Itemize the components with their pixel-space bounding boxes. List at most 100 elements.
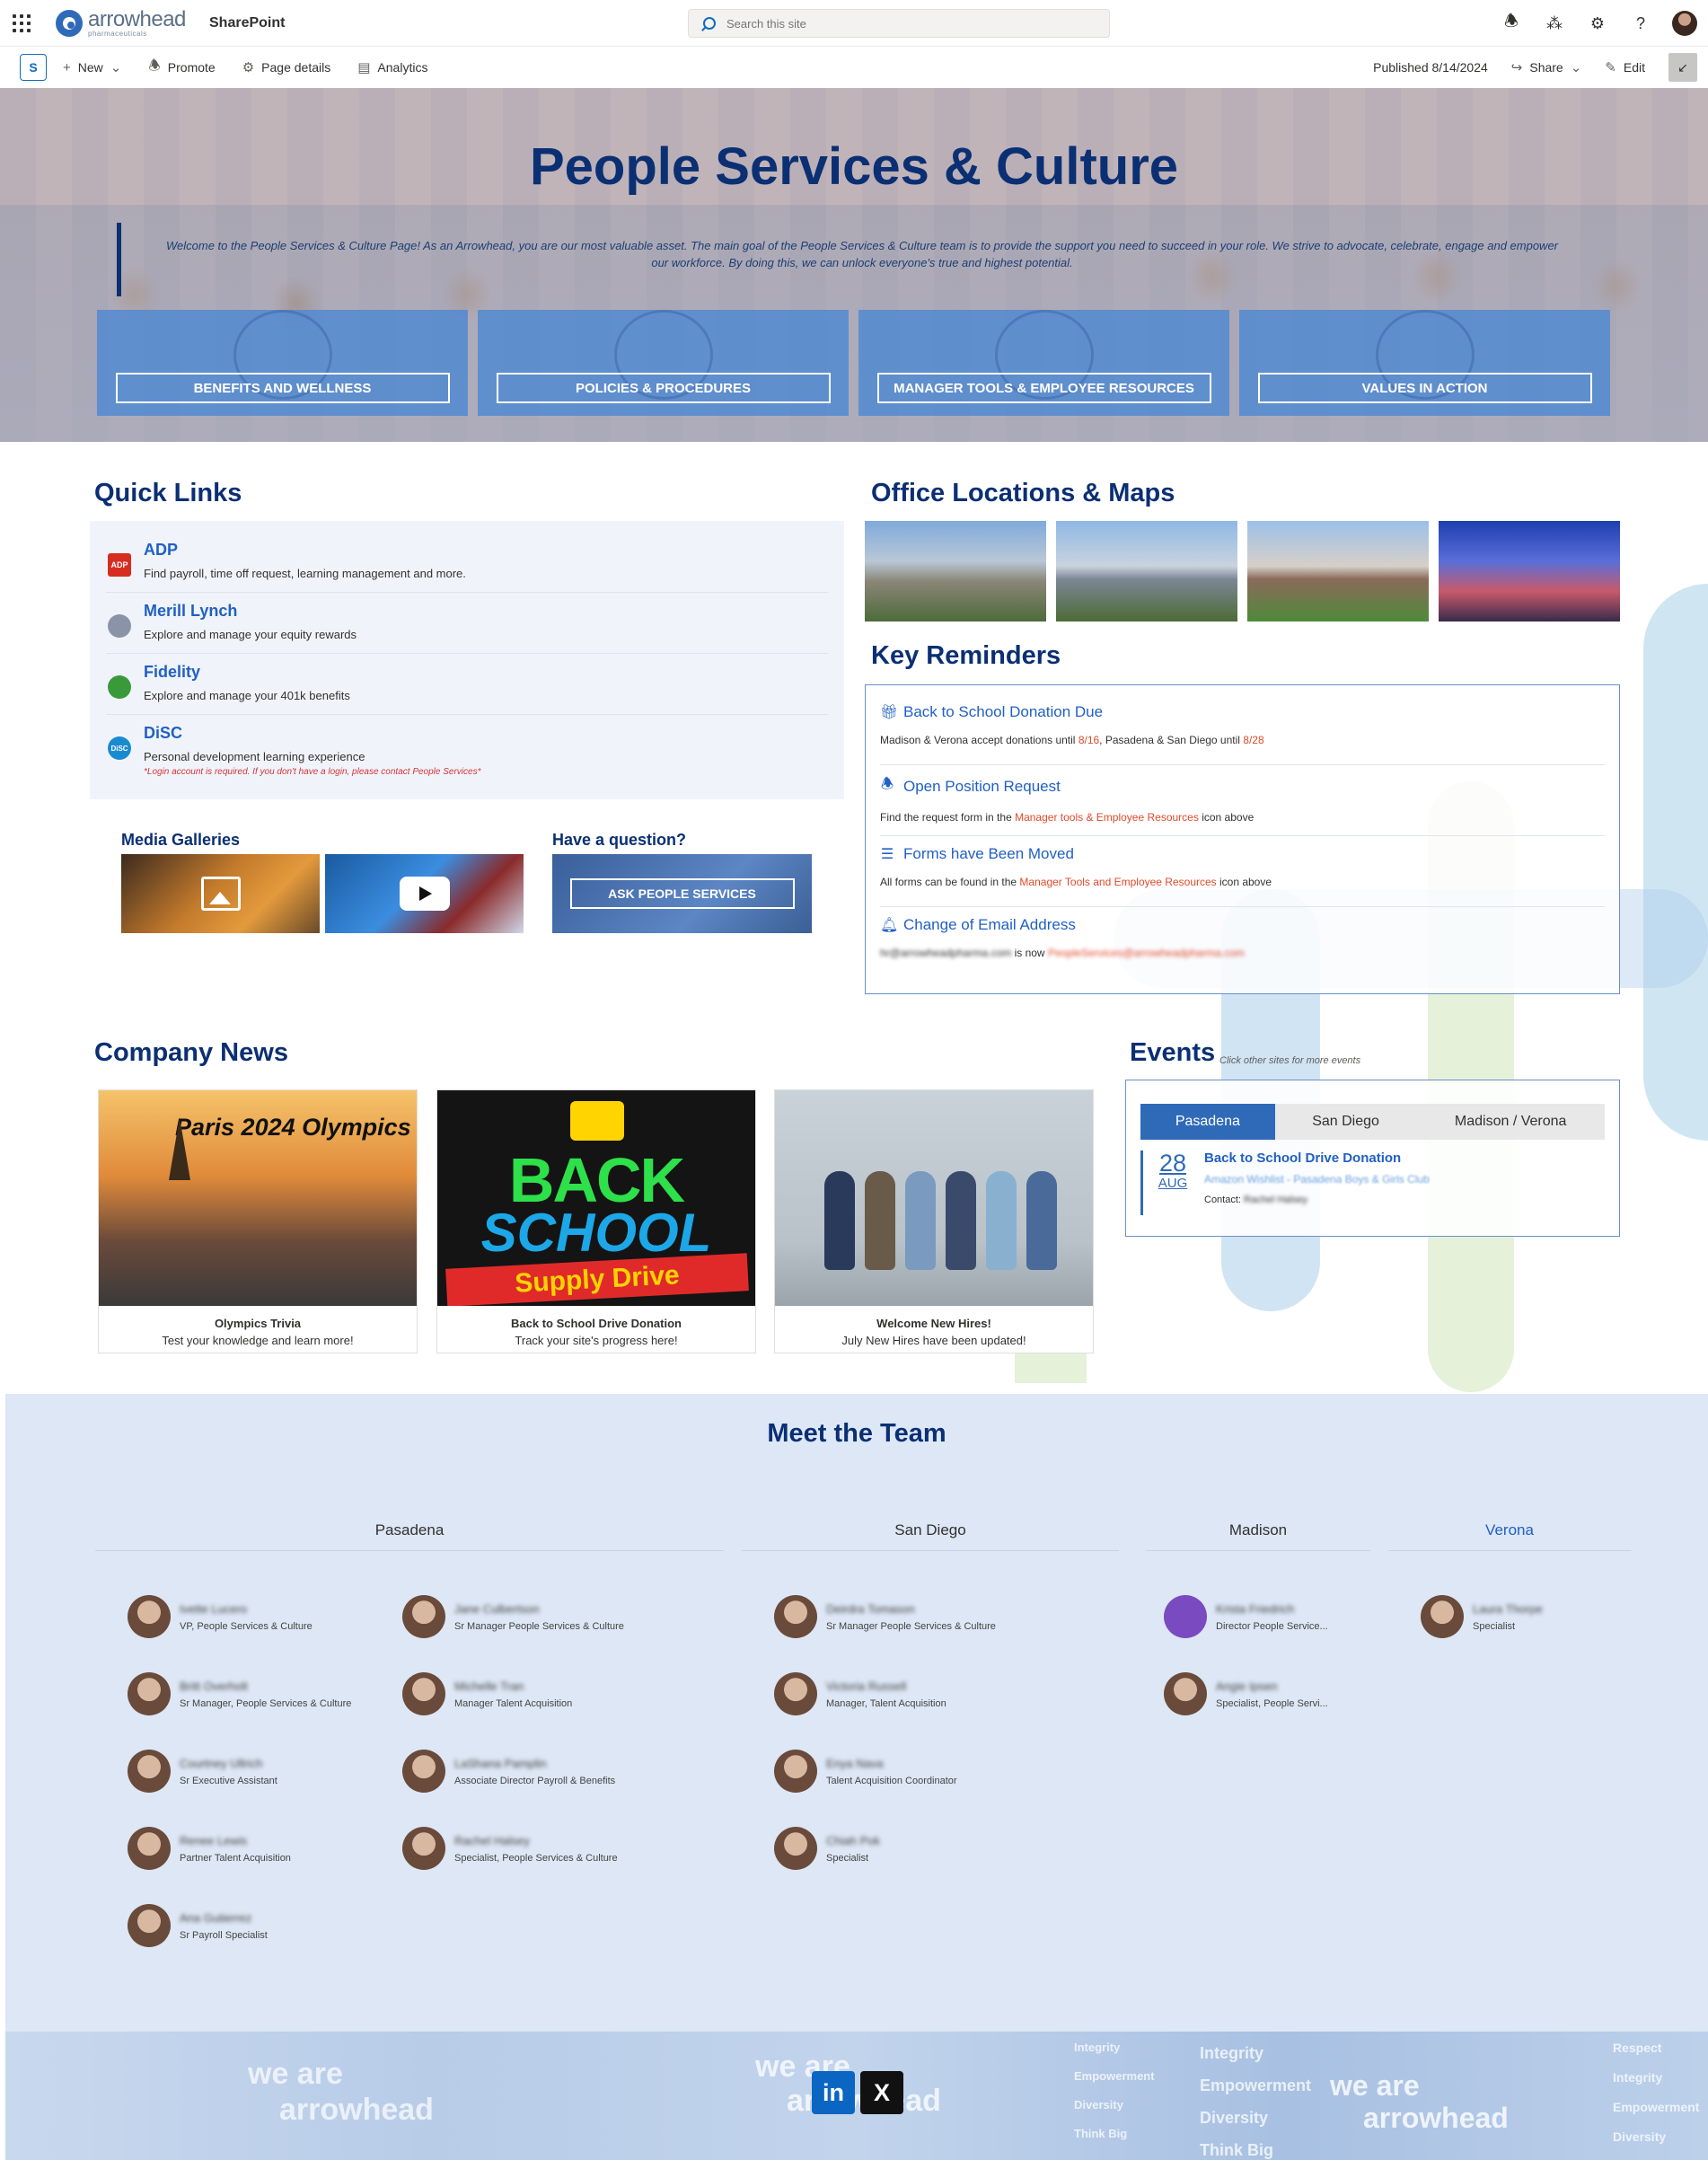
gift-icon: 🎁︎ <box>880 705 899 720</box>
member-role: Specialist <box>1473 1620 1516 1632</box>
office-san-diego-image[interactable] <box>1056 521 1237 622</box>
reminder-date-pasadena: 8/28 <box>1243 734 1264 746</box>
tile-manager-tools[interactable]: MANAGER TOOLS & EMPLOYEE RESOURCES <box>858 310 1229 416</box>
team-member[interactable]: Courtney Ullrich Sr Executive Assistant <box>128 1750 397 1793</box>
edit-button[interactable]: ✎ Edit <box>1605 59 1645 75</box>
team-member[interactable]: Renee Lewis Partner Talent Acquisition <box>128 1827 397 1870</box>
footer-values: Integrity Empowerment Diversity Think Bi… <box>1074 2033 1155 2148</box>
team-member[interactable]: Victoria Russell Manager, Talent Acquisit… <box>774 1672 1043 1715</box>
user-avatar[interactable] <box>1672 11 1697 36</box>
meet-the-team-heading: Meet the Team <box>767 1419 946 1448</box>
x-twitter-icon[interactable]: X <box>860 2071 903 2114</box>
new-email-address[interactable]: PeopleServices@arrowheadpharma.com <box>1048 947 1245 959</box>
analytics-icon: ▤ <box>357 60 371 75</box>
member-name: Chiah Pok <box>826 1833 880 1847</box>
photo-gallery-link[interactable] <box>121 854 320 933</box>
reminder-link[interactable]: Manager Tools and Employee Resources <box>1019 876 1216 888</box>
event-item[interactable]: 28 AUG Back to School Drive Donation Ama… <box>1140 1151 1605 1215</box>
site-search[interactable] <box>688 9 1110 38</box>
quick-link-adp[interactable]: ADP ADP Find payroll, time off request, … <box>106 532 828 593</box>
quick-link-title[interactable]: Fidelity <box>144 663 350 682</box>
event-info: Back to School Drive Donation Amazon Wis… <box>1204 1151 1430 1215</box>
news-title[interactable]: Welcome New Hires! <box>775 1315 1093 1332</box>
avatar <box>128 1672 171 1715</box>
tab-san-diego[interactable]: San Diego <box>1274 1104 1417 1140</box>
tile-values-in-action[interactable]: VALUES IN ACTION <box>1239 310 1610 416</box>
fidelity-icon <box>108 675 131 699</box>
reminder-title[interactable]: 🎁︎ Back to School Donation Due <box>880 703 1605 721</box>
new-button[interactable]: + New ⌄ <box>63 59 121 76</box>
news-card-olympics[interactable]: Paris 2024 Olympics Olympics Trivia Test… <box>98 1089 418 1353</box>
team-member[interactable]: LaShana Pamplin Associate Director Payrol… <box>402 1750 672 1793</box>
event-accent-bar <box>1140 1151 1143 1215</box>
quick-link-title[interactable]: Merill Lynch <box>144 602 357 621</box>
news-card-back-to-school[interactable]: BACK SCHOOL Supply Drive Back to School … <box>436 1089 756 1353</box>
footer-slogan: arrowhead <box>1363 2102 1509 2134</box>
reminder-title[interactable]: 🕭 Open Position Request <box>880 774 1605 798</box>
reminder-title[interactable]: ☰ Forms have Been Moved <box>880 845 1605 863</box>
ask-people-services-banner[interactable]: ASK PEOPLE SERVICES <box>552 854 812 933</box>
app-launcher-icon[interactable] <box>13 14 31 32</box>
events-panel: Pasadena San Diego Madison / Verona 28 A… <box>1125 1080 1620 1237</box>
team-member[interactable]: Britt Overholt Sr Manager, People Service… <box>128 1672 397 1715</box>
tile-benefits-and-wellness[interactable]: BENEFITS AND WELLNESS <box>97 310 468 416</box>
reminder-text-part: , Pasadena & San Diego until <box>1099 734 1244 746</box>
page-details-button[interactable]: ⚙ Page details <box>242 59 331 75</box>
question-heading: Have a question? <box>552 831 687 849</box>
collapse-icon[interactable]: ↙ <box>1668 53 1697 82</box>
app-name-link[interactable]: SharePoint <box>209 15 285 31</box>
news-title[interactable]: Back to School Drive Donation <box>437 1315 755 1332</box>
office-madison-image[interactable] <box>1247 521 1429 622</box>
analytics-button[interactable]: ▤ Analytics <box>357 59 427 75</box>
quick-link-fidelity[interactable]: Fidelity Explore and manage your 401k be… <box>106 654 828 715</box>
quick-link-desc: Find payroll, time off request, learning… <box>144 567 466 580</box>
member-name: Ivette Lucero <box>180 1601 248 1616</box>
video-gallery-link[interactable] <box>325 854 524 933</box>
quick-link-merrill-lynch[interactable]: Merill Lynch Explore and manage your equ… <box>106 593 828 654</box>
gear-icon[interactable]: ⚙ <box>1586 12 1609 35</box>
linkedin-icon[interactable]: in <box>812 2071 855 2114</box>
team-member[interactable]: Laura Thorpe Specialist <box>1421 1595 1618 1638</box>
team-member[interactable]: Krista Friedrich Director People Service.… <box>1164 1595 1379 1638</box>
office-verona-image[interactable] <box>1439 521 1620 622</box>
team-member[interactable]: Angie Ipsen Specialist, People Servi... <box>1164 1672 1379 1715</box>
team-member[interactable]: Deirdra Tomason Sr Manager People Service… <box>774 1595 1043 1638</box>
quick-link-title[interactable]: DiSC <box>144 724 480 743</box>
avatar <box>1164 1595 1207 1638</box>
promote-button[interactable]: 🕭 Promote <box>148 57 215 79</box>
help-icon[interactable]: ? <box>1629 12 1652 35</box>
event-title[interactable]: Back to School Drive Donation <box>1204 1151 1430 1166</box>
reminder-link[interactable]: Manager tools & Employee Resources <box>1015 811 1199 824</box>
share-button[interactable]: ↪ Share ⌄ <box>1511 59 1582 75</box>
team-column-pasadena: Pasadena <box>95 1521 724 1551</box>
event-day: 28 <box>1158 1150 1187 1177</box>
reminder-title-text: Forms have Been Moved <box>903 845 1074 862</box>
quick-link-disc[interactable]: DiSC DiSC Personal development learning … <box>106 715 828 789</box>
megaphone-icon[interactable]: 🕭 <box>1500 12 1523 35</box>
team-member[interactable]: Michelle Tran Manager Talent Acquisition <box>402 1672 672 1715</box>
search-input[interactable] <box>726 16 1086 31</box>
tab-madison-verona[interactable]: Madison / Verona <box>1416 1104 1605 1140</box>
office-pasadena-image[interactable] <box>865 521 1046 622</box>
quick-link-title[interactable]: ADP <box>144 541 466 560</box>
team-member[interactable]: Ivette Lucero VP, People Services & Cultu… <box>128 1595 397 1638</box>
share-icon[interactable]: ⁂ <box>1543 12 1566 35</box>
team-member[interactable]: Chiah Pok Specialist <box>774 1827 1043 1870</box>
tab-pasadena[interactable]: Pasadena <box>1140 1104 1275 1140</box>
quick-link-desc: Explore and manage your equity rewards <box>144 628 357 641</box>
site-logo-icon[interactable]: S <box>20 54 47 81</box>
news-card-new-hires[interactable]: Welcome New Hires! July New Hires have b… <box>774 1089 1094 1353</box>
team-member[interactable]: Ana Gutierrez Sr Payroll Specialist <box>128 1904 397 1947</box>
company-logo[interactable]: arrowhead pharmaceuticals <box>56 9 186 38</box>
team-member[interactable]: Enya Nava Talent Acquisition Coordinator <box>774 1750 1043 1793</box>
team-member[interactable]: Jane Culbertson Sr Manager People Service… <box>402 1595 672 1638</box>
new-hire-figure <box>865 1171 895 1270</box>
event-detail[interactable]: Amazon Wishlist - Pasadena Boys & Girls … <box>1204 1173 1430 1186</box>
team-member[interactable]: Rachel Halsey Specialist, People Services… <box>402 1827 672 1870</box>
reminder-title[interactable]: 🔔︎ Change of Email Address <box>880 916 1605 934</box>
promote-icon: 🕭 <box>148 57 161 74</box>
news-title[interactable]: Olympics Trivia <box>99 1315 417 1332</box>
footer-slogan: we are <box>248 2057 343 2091</box>
tile-policies-and-procedures[interactable]: POLICIES & PROCEDURES <box>478 310 849 416</box>
ask-people-services-button[interactable]: ASK PEOPLE SERVICES <box>569 878 795 909</box>
